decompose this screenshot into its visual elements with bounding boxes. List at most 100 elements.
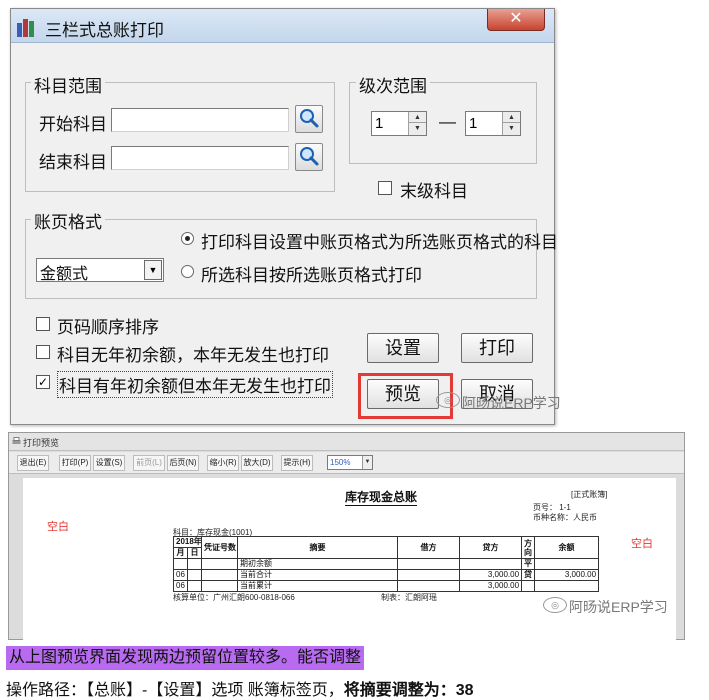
end-subject-search-button[interactable]: [295, 143, 323, 171]
table-row: 06 当前合计 3,000.00 贷 3,000.00: [173, 569, 600, 581]
preview-titlebar: 打印预览: [9, 433, 684, 451]
app-books-icon: [17, 17, 39, 37]
dialog-titlebar: 三栏式总账打印 ✕: [11, 9, 554, 43]
print-dialog: 三栏式总账打印 ✕ 科目范围 开始科目 结束科目 级次范围 1 ▲ ▼ — 1 …: [10, 8, 561, 425]
last-level-label: 末级科目: [400, 182, 468, 201]
cell-day: [186, 569, 203, 581]
print-button[interactable]: 打印: [461, 333, 533, 363]
option-label-no-balance: 科目无年初余额，本年无发生也打印: [57, 346, 329, 365]
option-checkbox-no-balance[interactable]: [36, 345, 50, 359]
header-year: 2018年: [172, 536, 203, 548]
watermark-logo-icon: ◎: [543, 597, 567, 613]
print-toolbar-button[interactable]: 打印(P): [59, 455, 91, 471]
cell-month: 06: [173, 569, 188, 581]
start-subject-label: 开始科目: [39, 115, 107, 134]
zoom-in-button[interactable]: 放大(D): [241, 455, 273, 471]
cell-voucher: [201, 569, 239, 581]
format-radio-force-label: 所选科目按所选账页格式打印: [201, 266, 422, 285]
header-voucher: 凭证号数: [201, 536, 239, 559]
option-checkbox-page-order[interactable]: [36, 317, 50, 331]
watermark-text: 阿旸说ERP学习: [569, 599, 668, 615]
cell-voucher: [201, 580, 239, 592]
level-to-spinner[interactable]: 1 ▲ ▼: [465, 111, 521, 136]
cell-debit: [397, 569, 461, 581]
header-credit: 贷方: [459, 536, 523, 559]
level-from-spinner[interactable]: 1 ▲ ▼: [371, 111, 427, 136]
end-subject-input[interactable]: [111, 146, 289, 170]
ledger-table: 2018年 凭证号数 摘要 借方 贷方 方向 余额 月 日 期初余额 平 06 …: [172, 536, 600, 592]
left-blank-mark: 空白: [47, 521, 69, 533]
cell-debit: [397, 580, 461, 592]
spin-down-icon[interactable]: ▼: [503, 123, 520, 134]
header-balance: 余额: [534, 536, 600, 559]
cell-credit: 3,000.00: [459, 569, 523, 581]
zoom-value: 150%: [330, 458, 351, 467]
format-radio-by-subject[interactable]: [181, 232, 194, 245]
print-preview-window: 打印预览 退出(E) 打印(P) 设置(S) 前页(L) 后页(N) 缩小(R)…: [8, 432, 685, 640]
hint-button[interactable]: 提示(H): [281, 455, 313, 471]
report-footer-left: 核算单位：广州汇朗600-0818-066: [173, 593, 295, 602]
close-button[interactable]: ✕: [487, 9, 545, 31]
exit-button[interactable]: 退出(E): [17, 455, 49, 471]
cell-balance: [534, 580, 600, 592]
magnifier-icon: [300, 109, 319, 128]
end-subject-label: 结束科目: [39, 153, 107, 172]
header-summary: 摘要: [237, 536, 399, 559]
watermark-logo-icon: ◎: [436, 392, 460, 408]
operation-path-prefix: 操作路径：【总账】-【设置】选项 账簿标签页，: [6, 682, 344, 699]
option-label-has-balance: 科目有年初余额但本年无发生也打印: [57, 371, 333, 398]
subject-range-group: [25, 82, 335, 192]
right-blank-mark: 空白: [631, 538, 653, 550]
cell-month: [173, 558, 188, 570]
zoom-out-button[interactable]: 缩小(R): [207, 455, 239, 471]
cell-day: [186, 580, 203, 592]
watermark-text: 阿旸说ERP学习: [462, 395, 561, 411]
header-direction: 方向: [521, 536, 536, 559]
level-to-value: 1: [469, 115, 478, 132]
cell-balance: [534, 558, 600, 570]
level-range-label: 级次范围: [356, 72, 430, 97]
page-format-select[interactable]: 金额式 ▼: [36, 258, 164, 283]
header-day: 日: [186, 547, 203, 559]
header-debit: 借方: [397, 536, 461, 559]
table-row: 06 当前累计 3,000.00: [173, 580, 600, 592]
dialog-title: 三栏式总账打印: [45, 21, 164, 40]
printer-icon: [12, 437, 21, 444]
report-title: 库存现金总账: [345, 490, 418, 506]
cell-credit: [459, 558, 523, 570]
format-radio-force[interactable]: [181, 265, 194, 278]
zoom-select[interactable]: 150% ▼: [327, 455, 373, 470]
spin-up-icon[interactable]: ▲: [409, 112, 426, 123]
prev-page-button[interactable]: 前页(L): [133, 455, 165, 471]
cell-credit: 3,000.00: [459, 580, 523, 592]
cell-day: [186, 558, 203, 570]
table-row: 期初余额 平: [173, 558, 600, 570]
spin-down-icon[interactable]: ▼: [409, 123, 426, 134]
subject-range-label: 科目范围: [31, 72, 105, 97]
setup-toolbar-button[interactable]: 设置(S): [93, 455, 125, 471]
cell-voucher: [201, 558, 239, 570]
last-level-checkbox[interactable]: [378, 181, 392, 195]
cell-summary: 当前合计: [237, 569, 399, 581]
cell-summary: 当前累计: [237, 580, 399, 592]
spin-up-icon[interactable]: ▲: [503, 112, 520, 123]
option-label-page-order: 页码顺序排序: [57, 318, 159, 337]
cell-summary: 期初余额: [237, 558, 399, 570]
start-subject-search-button[interactable]: [295, 105, 323, 133]
cell-direction: 平: [521, 558, 536, 570]
next-page-button[interactable]: 后页(N): [167, 455, 199, 471]
operation-path-bold: 将摘要调整为：38: [343, 682, 474, 699]
operation-path: 操作路径：【总账】-【设置】选项 账簿标签页，将摘要调整为：38: [6, 676, 474, 700]
question-highlight: 从上图预览界面发现两边预留位置较多。能否调整: [6, 646, 365, 670]
header-month: 月: [173, 547, 188, 559]
report-badge: [正式账簿]: [571, 490, 608, 499]
option-checkbox-has-balance[interactable]: ✓: [36, 375, 50, 389]
magnifier-icon: [300, 147, 319, 166]
settings-button[interactable]: 设置: [367, 333, 439, 363]
page-format-selected: 金额式: [40, 266, 89, 283]
zoom-dropdown-arrow-icon[interactable]: ▼: [362, 456, 372, 469]
cell-month: 06: [173, 580, 188, 592]
start-subject-input[interactable]: [111, 108, 289, 132]
report-footer-right: 制表：汇朗阿瑶: [381, 593, 437, 602]
dropdown-arrow-icon[interactable]: ▼: [144, 260, 162, 280]
